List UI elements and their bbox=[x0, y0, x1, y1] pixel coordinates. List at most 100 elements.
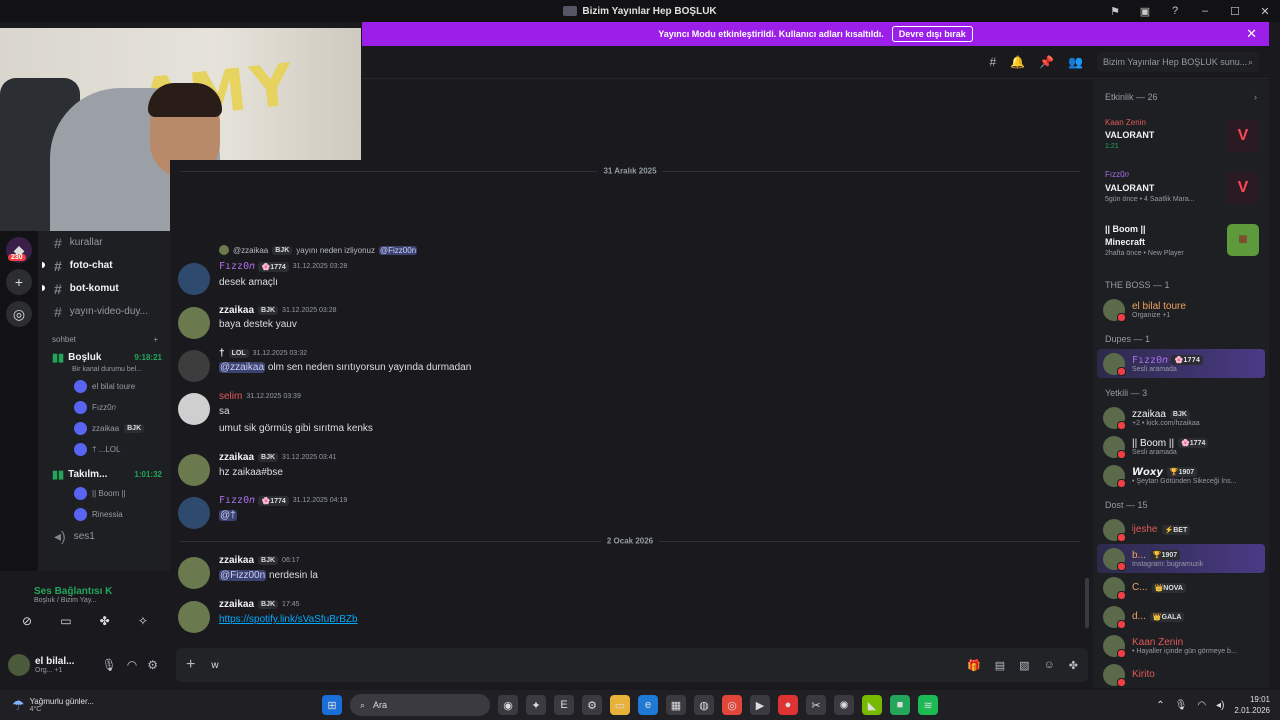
threads-icon[interactable]: # bbox=[989, 55, 996, 69]
voice-channel-takilma[interactable]: ▮▮ Takılm... 1:01:32 bbox=[38, 466, 170, 483]
member-item[interactable]: Kirito bbox=[1093, 660, 1269, 688]
username[interactable]: zzaikaa bbox=[219, 555, 254, 566]
sticker-icon[interactable]: ▧ bbox=[1019, 659, 1029, 672]
close-icon[interactable]: ✕ bbox=[1246, 26, 1257, 42]
gift-icon[interactable]: 🎁 bbox=[967, 659, 981, 672]
member-item[interactable]: el bilal toure Organize +1 bbox=[1093, 295, 1269, 324]
avatar[interactable] bbox=[8, 654, 30, 676]
pin-icon[interactable]: 📌 bbox=[1039, 55, 1054, 69]
microphone-icon[interactable]: 🎙 bbox=[102, 658, 117, 672]
voice-user[interactable]: † ...LOL bbox=[38, 439, 170, 460]
taskbar-search[interactable]: ⌕ Ara bbox=[350, 694, 490, 716]
settings-icon[interactable]: ⚙ bbox=[147, 658, 158, 672]
reply-preview[interactable]: @zzaikaa BJK yayını neden izliyonuz @Fizz00… bbox=[219, 245, 418, 255]
settings-icon[interactable]: ⚙ bbox=[582, 695, 602, 715]
avatar[interactable] bbox=[178, 497, 210, 529]
edge-icon[interactable]: e bbox=[638, 695, 658, 715]
app-icon[interactable]: ● bbox=[778, 695, 798, 715]
volume-icon[interactable]: ◂) bbox=[1216, 700, 1224, 711]
channel-kurallar[interactable]: # kurallar bbox=[38, 231, 170, 254]
member-item[interactable]: C... 👑NOVA bbox=[1093, 573, 1269, 602]
chat-scrollbar[interactable] bbox=[1085, 578, 1089, 628]
disable-streamer-mode-button[interactable]: Devre dışı bırak bbox=[891, 26, 973, 42]
spotify-icon[interactable]: ≋ bbox=[918, 695, 938, 715]
voice-location[interactable]: Boşluk / Bizim Yay... bbox=[0, 597, 170, 604]
username[interactable]: Fızz0𝑛 bbox=[219, 495, 254, 506]
add-channel-icon[interactable]: + bbox=[153, 335, 158, 344]
screen-share-icon[interactable]: ▣ bbox=[1130, 5, 1160, 18]
member-item[interactable]: || Boom || 🌸1774 Sesli aramada bbox=[1093, 432, 1269, 461]
media-icon[interactable]: ▶ bbox=[750, 695, 770, 715]
chevron-up-icon[interactable]: ⌃ bbox=[1156, 700, 1164, 711]
member-item[interactable]: d... 👑GALA bbox=[1093, 602, 1269, 631]
avatar[interactable] bbox=[178, 393, 210, 425]
chrome-icon[interactable]: ◎ bbox=[722, 695, 742, 715]
spotify-link[interactable]: https://spotify.link/sVaSfuBrBZb bbox=[219, 614, 358, 625]
clock[interactable]: 19:01 2.01.2026 bbox=[1234, 694, 1270, 716]
member-list-icon[interactable]: 👥 bbox=[1068, 55, 1083, 69]
activity-card[interactable]: || Boom || Minecraft 2hafta önce • New P… bbox=[1099, 218, 1263, 270]
activities-icon[interactable]: ✤ bbox=[100, 614, 110, 628]
close-button[interactable]: ✕ bbox=[1250, 5, 1280, 18]
inbox-icon[interactable]: ⚑ bbox=[1100, 5, 1130, 18]
member-item[interactable]: Fızz0𝑛 🌸1774 Sesli aramada bbox=[1097, 349, 1265, 378]
member-item[interactable]: ʲjeshe ⚡BET bbox=[1093, 515, 1269, 544]
screen-share-icon[interactable]: ▭ bbox=[60, 614, 71, 628]
avatar[interactable] bbox=[178, 263, 210, 295]
member-item[interactable]: b... 🏆1907 Instagram: bugramuzik bbox=[1097, 544, 1265, 573]
epic-games-icon[interactable]: E bbox=[554, 695, 574, 715]
help-icon[interactable]: ? bbox=[1160, 5, 1190, 17]
voice-user[interactable]: Fızz0𝑛 bbox=[38, 397, 170, 418]
voice-user[interactable]: || Boom || bbox=[38, 483, 170, 504]
message-input[interactable]: w bbox=[211, 660, 951, 671]
activity-card[interactable]: Kaan Zenin VALORANT 1:21 V bbox=[1099, 114, 1263, 166]
app-icon[interactable]: ■ bbox=[890, 695, 910, 715]
channel-ses1[interactable]: ◂) ses1 bbox=[38, 525, 170, 548]
avatar[interactable] bbox=[178, 557, 210, 589]
copilot-icon[interactable]: ✦ bbox=[526, 695, 546, 715]
minimize-button[interactable]: – bbox=[1190, 5, 1220, 17]
notification-bell-icon[interactable]: 🔔 bbox=[1010, 55, 1025, 69]
store-icon[interactable]: ▦ bbox=[666, 695, 686, 715]
maximize-button[interactable]: ☐ bbox=[1220, 5, 1250, 18]
server-icon-active[interactable]: ◆ 230 bbox=[6, 237, 32, 263]
chevron-right-icon[interactable]: › bbox=[1254, 92, 1257, 102]
nvidia-icon[interactable]: ◣ bbox=[862, 695, 882, 715]
voice-channel-bosluk[interactable]: ▮▮ Boşluk 9:18:21 bbox=[38, 349, 170, 366]
apps-icon[interactable]: ✤ bbox=[1069, 659, 1078, 672]
voice-user[interactable]: zzaikaa BJK bbox=[38, 418, 170, 439]
username[interactable]: selim bbox=[219, 391, 242, 402]
capcut-icon[interactable]: ✂ bbox=[806, 695, 826, 715]
user-info[interactable]: el bilal... Org... +1 bbox=[35, 656, 74, 674]
discord-icon[interactable]: ◉ bbox=[498, 695, 518, 715]
username[interactable]: † bbox=[219, 348, 225, 359]
emoji-icon[interactable]: ☺ bbox=[1044, 659, 1055, 672]
add-server-icon[interactable]: + bbox=[6, 269, 32, 295]
avatar[interactable] bbox=[178, 350, 210, 382]
username[interactable]: Fızz0𝑛 bbox=[219, 261, 254, 272]
avatar[interactable] bbox=[178, 601, 210, 633]
weather-widget[interactable]: ☂ Yağmurlu günler... 4°C bbox=[0, 697, 300, 714]
search-input[interactable]: Bizim Yayınlar Hep BOŞLUK sunu... ⌕ bbox=[1097, 52, 1259, 72]
camera-off-icon[interactable]: ⊘ bbox=[22, 614, 32, 628]
steam-icon[interactable]: ◍ bbox=[694, 695, 714, 715]
attach-plus-icon[interactable]: + bbox=[186, 656, 195, 674]
channel-foto-chat[interactable]: # foto-chat bbox=[38, 254, 170, 277]
headphones-icon[interactable]: ◠ bbox=[127, 658, 137, 672]
discover-icon[interactable]: ◎ bbox=[6, 301, 32, 327]
chatgpt-icon[interactable]: ✺ bbox=[834, 695, 854, 715]
username[interactable]: zzaikaa bbox=[219, 305, 254, 316]
voice-user[interactable]: el bilal toure bbox=[38, 376, 170, 397]
member-item[interactable]: 𝙒𝙤𝙭𝙮 🏆1907 • Şeytan Götünden Sikeceği İns.… bbox=[1093, 461, 1269, 490]
member-item[interactable]: zzaikaa BJK +2 • kick.com/hzaikaa bbox=[1093, 403, 1269, 432]
username[interactable]: zzaikaa bbox=[219, 599, 254, 610]
avatar[interactable] bbox=[178, 454, 210, 486]
file-explorer-icon[interactable]: ▭ bbox=[610, 695, 630, 715]
start-icon[interactable]: ⊞ bbox=[322, 695, 342, 715]
microphone-icon[interactable]: 🎙 bbox=[1175, 700, 1188, 711]
gif-icon[interactable]: ▤ bbox=[995, 659, 1005, 672]
member-item[interactable]: Kaan Zenin • Hayaller içinde gün görmeye … bbox=[1093, 631, 1269, 660]
username[interactable]: zzaikaa bbox=[219, 452, 254, 463]
voice-user[interactable]: Rinessia bbox=[38, 504, 170, 525]
channel-bot-komut[interactable]: # bot-komut bbox=[38, 277, 170, 300]
